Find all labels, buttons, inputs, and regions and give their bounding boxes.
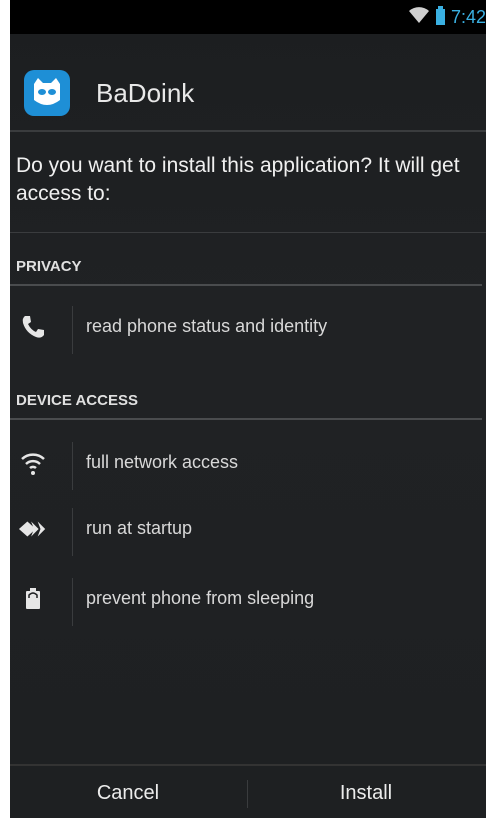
status-time: 7:42 <box>450 6 486 27</box>
permission-row[interactable]: full network access <box>10 438 486 494</box>
permission-row[interactable]: read phone status and identity <box>10 302 486 358</box>
row-separator <box>72 306 73 354</box>
question-divider <box>10 232 486 233</box>
permission-row[interactable]: run at startup <box>10 504 486 560</box>
status-bar: 7:42 <box>10 0 486 34</box>
status-icons: 7:42 <box>408 6 486 28</box>
install-button[interactable]: Install <box>248 766 484 818</box>
permission-label: read phone status and identity <box>86 316 328 336</box>
section-header-privacy: PRIVACY <box>16 258 82 275</box>
section-rule-device-access <box>10 418 482 420</box>
app-icon <box>24 70 70 116</box>
wifi-icon <box>18 448 48 478</box>
battery-lock-icon <box>18 584 48 614</box>
row-separator <box>72 578 73 626</box>
app-title: BaDoink <box>96 78 195 108</box>
cancel-button[interactable]: Cancel <box>10 766 246 818</box>
phone-icon <box>18 312 48 342</box>
section-rule-privacy <box>10 284 482 286</box>
permission-label: full network access <box>86 452 239 472</box>
permission-label: run at startup <box>86 518 193 538</box>
permission-row[interactable]: prevent phone from sleeping <box>10 574 486 630</box>
permission-label: prevent phone from sleeping <box>86 588 315 608</box>
header-divider <box>10 130 486 132</box>
install-screen: 7:42 BaDoink Do you want to install this… <box>10 0 486 818</box>
install-question: Do you want to install this application?… <box>16 154 460 205</box>
section-header-device-access: DEVICE ACCESS <box>16 392 138 409</box>
row-separator <box>72 508 73 556</box>
startup-arrows-icon <box>18 514 48 544</box>
battery-icon <box>435 6 445 25</box>
button-bar: Cancel Install <box>10 764 486 818</box>
app-header: BaDoink <box>10 60 486 130</box>
row-separator <box>72 442 73 490</box>
wifi-icon <box>408 6 430 29</box>
